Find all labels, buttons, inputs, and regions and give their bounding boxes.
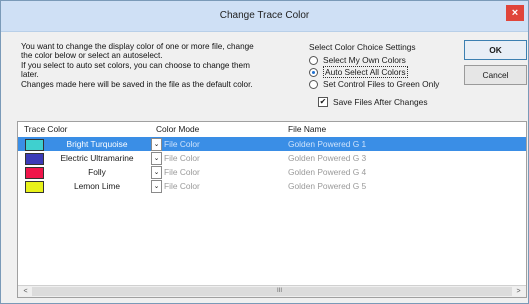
- header-trace-color: Trace Color: [24, 124, 68, 134]
- radio-control-green[interactable]: Set Control Files to Green Only: [309, 78, 439, 90]
- color-mode: File Color: [164, 139, 200, 149]
- grip-icon: III: [277, 288, 283, 294]
- scroll-right-icon[interactable]: >: [513, 286, 524, 297]
- scroll-left-icon[interactable]: <: [20, 286, 31, 297]
- list-row[interactable]: Bright Turquoise ⌄ File Color Golden Pow…: [18, 137, 526, 151]
- color-mode: File Color: [164, 167, 200, 177]
- color-swatch: [25, 167, 44, 179]
- close-button[interactable]: ×: [506, 5, 524, 21]
- scroll-thumb[interactable]: III: [32, 287, 512, 296]
- radio-auto-select[interactable]: Auto Select All Colors: [309, 66, 439, 78]
- radio-own-colors[interactable]: Select My Own Colors: [309, 54, 439, 66]
- color-name: Bright Turquoise: [66, 139, 128, 149]
- settings-heading: Select Color Choice Settings: [309, 42, 416, 52]
- radio-indicator[interactable]: [309, 67, 318, 77]
- save-files-checkbox[interactable]: ✔ Save Files After Changes: [318, 96, 439, 108]
- radio-label: Auto Select All Colors: [323, 66, 408, 78]
- color-name: Folly: [88, 167, 106, 177]
- chevron-down-icon[interactable]: ⌄: [151, 166, 162, 179]
- list-header: Trace Color Color Mode File Name: [18, 122, 526, 136]
- checkmark-icon[interactable]: ✔: [318, 97, 328, 107]
- file-name: Golden Powered G 3: [288, 153, 367, 163]
- horizontal-scrollbar[interactable]: < III >: [18, 285, 526, 297]
- color-swatch: [25, 139, 44, 151]
- color-swatch: [25, 181, 44, 193]
- header-color-mode: Color Mode: [156, 124, 200, 134]
- color-name: Lemon Lime: [73, 181, 121, 191]
- chevron-down-icon[interactable]: ⌄: [151, 138, 162, 151]
- ok-button[interactable]: OK: [464, 40, 527, 60]
- file-name: Golden Powered G 4: [288, 167, 367, 177]
- color-swatch: [25, 153, 44, 165]
- color-mode: File Color: [164, 153, 200, 163]
- header-file-name: File Name: [288, 124, 327, 134]
- color-mode: File Color: [164, 181, 200, 191]
- color-choice-settings: Select Color Choice Settings Select My O…: [309, 42, 439, 108]
- instructions-text: You want to change the display color of …: [21, 42, 311, 89]
- cancel-button[interactable]: Cancel: [464, 65, 527, 85]
- instruction-line: You want to change the display color of …: [21, 42, 254, 51]
- radio-label: Set Control Files to Green Only: [323, 79, 440, 89]
- list-row[interactable]: Folly ⌄ File Color Golden Powered G 4: [18, 165, 526, 179]
- color-name: Electric Ultramarine: [60, 153, 134, 163]
- instruction-line: later.: [21, 70, 39, 80]
- list-row[interactable]: Electric Ultramarine ⌄ File Color Golden…: [18, 151, 526, 165]
- title-bar[interactable]: Change Trace Color ×: [1, 1, 528, 32]
- instruction-line: If you select to auto set colors, you ca…: [21, 60, 250, 70]
- file-name: Golden Powered G 1: [288, 139, 367, 149]
- radio-indicator[interactable]: [309, 79, 318, 89]
- checkbox-label: Save Files After Changes: [333, 97, 428, 107]
- list-row[interactable]: Lemon Lime ⌄ File Color Golden Powered G…: [18, 179, 526, 193]
- radio-label: Select My Own Colors: [323, 55, 406, 65]
- window-title: Change Trace Color: [219, 10, 310, 21]
- dialog-window: Change Trace Color × You want to change …: [0, 0, 529, 304]
- trace-color-list: Trace Color Color Mode File Name Bright …: [17, 121, 527, 298]
- radio-indicator[interactable]: [309, 55, 318, 65]
- instruction-line: Changes made here will be saved in the f…: [21, 79, 253, 89]
- chevron-down-icon[interactable]: ⌄: [151, 180, 162, 193]
- chevron-down-icon[interactable]: ⌄: [151, 152, 162, 165]
- file-name: Golden Powered G 5: [288, 181, 367, 191]
- instruction-line: the color below or select an autoselect.: [21, 51, 163, 61]
- dialog-body: You want to change the display color of …: [1, 32, 528, 303]
